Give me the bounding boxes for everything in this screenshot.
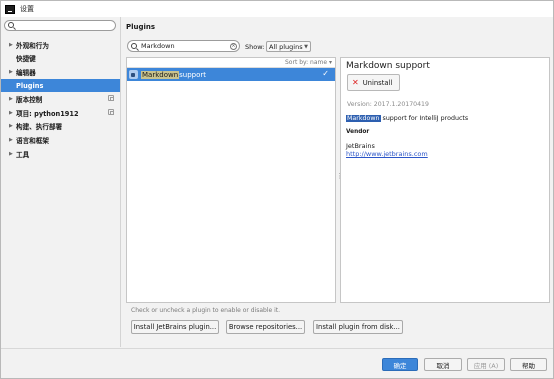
chevron-right-icon[interactable]: ▶	[9, 110, 16, 116]
ok-button[interactable]: 确定	[382, 358, 418, 371]
cancel-button[interactable]: 取消	[424, 358, 462, 371]
settings-tree: ▶外观和行为▶快捷键▶编辑器▶Plugins▶版本控制▶项目: python19…	[1, 38, 120, 160]
sidebar-item[interactable]: ▶Plugins	[1, 78, 120, 93]
clear-search-icon[interactable]: ×	[230, 43, 237, 50]
install-jetbrains-plugin-button[interactable]: Install JetBrains plugin...	[131, 320, 219, 334]
window-title: 设置	[20, 5, 34, 13]
plugins-page: Plugins Markdown × Show: All plugins ▼ S…	[122, 17, 553, 347]
vendor-heading: Vendor	[346, 129, 370, 135]
chevron-right-icon[interactable]: ▶	[9, 69, 16, 75]
sidebar-item[interactable]: ▶ 版本控制	[1, 92, 120, 106]
sidebar-item[interactable]: ▶ 外观和行为	[1, 38, 120, 52]
sort-by-control[interactable]: Sort by: name ▾	[127, 58, 335, 68]
plugin-detail-panel: Markdown support ✕ Uninstall Version: 20…	[340, 57, 550, 303]
sidebar-item[interactable]: ▶ 工具	[1, 147, 120, 161]
chevron-right-icon[interactable]: ▶	[9, 42, 16, 48]
description-rest: support for IntelliJ products	[380, 115, 469, 122]
sidebar-item-label: 版本控制	[16, 96, 43, 105]
plugin-search-value: Markdown	[141, 42, 175, 50]
show-filter-value: All plugins	[269, 42, 303, 51]
install-from-disk-button[interactable]: Install plugin from disk...	[313, 320, 403, 334]
vendor-name: JetBrains	[346, 142, 375, 150]
settings-window: 设置 ▶外观和行为▶快捷键▶编辑器▶Plugins▶版本控制▶项目: pytho…	[0, 0, 554, 379]
sidebar-item-label: 外观和行为	[16, 41, 49, 50]
settings-sidebar: ▶外观和行为▶快捷键▶编辑器▶Plugins▶版本控制▶项目: python19…	[1, 17, 121, 347]
plugin-version: Version: 2017.1.20170419	[347, 101, 429, 108]
search-icon	[131, 43, 137, 49]
sidebar-item-label: 工具	[16, 150, 30, 159]
sidebar-item-label: 编辑器	[16, 68, 36, 77]
plugin-detail-title: Markdown support	[346, 61, 430, 71]
sidebar-item[interactable]: ▶ 编辑器	[1, 65, 120, 79]
pycharm-app-icon	[5, 4, 15, 14]
show-label: Show:	[245, 43, 265, 51]
help-button[interactable]: 帮助	[510, 358, 547, 371]
chevron-right-icon[interactable]: ▶	[9, 96, 16, 102]
description-match: Markdown	[346, 115, 381, 122]
settings-search-input[interactable]	[4, 20, 116, 31]
apply-button[interactable]: 应用 (A)	[467, 358, 505, 371]
sidebar-item-label: 构建、执行部署	[16, 123, 63, 132]
plugin-search-input[interactable]: Markdown ×	[127, 40, 240, 52]
sidebar-item[interactable]: ▶ 构建、执行部署	[1, 120, 120, 134]
title-bar: 设置	[1, 1, 553, 17]
chevron-right-icon[interactable]: ▶	[9, 123, 16, 129]
dialog-footer: 确定 取消 应用 (A) 帮助	[1, 348, 553, 378]
show-filter-dropdown[interactable]: All plugins ▼	[266, 41, 311, 52]
sidebar-item[interactable]: ▶ 语言和框架	[1, 133, 120, 147]
project-settings-icon	[108, 108, 114, 115]
sidebar-item-label: 项目: python1912	[16, 109, 79, 118]
uninstall-label: Uninstall	[362, 78, 393, 87]
sidebar-item-label: Plugins	[16, 81, 44, 90]
search-icon	[8, 22, 14, 28]
sidebar-item-label: 快捷键	[16, 55, 36, 64]
chevron-down-icon: ▼	[304, 44, 308, 50]
plugin-hint-text: Check or uncheck a plugin to enable or d…	[131, 307, 281, 314]
vendor-link[interactable]: http://www.jetbrains.com	[346, 150, 428, 158]
plugin-name-rest: support	[179, 70, 207, 79]
plugin-name-match: Markdown	[141, 70, 180, 79]
sidebar-item[interactable]: ▶快捷键	[1, 52, 120, 66]
plugin-description: Markdown support for IntelliJ products	[346, 115, 468, 122]
plugin-row[interactable]: Markdown support ✓	[127, 68, 335, 81]
sidebar-item-label: 语言和框架	[16, 136, 49, 145]
plugin-enabled-checkbox[interactable]: ✓	[322, 69, 329, 78]
browse-repositories-button[interactable]: Browse repositories...	[226, 320, 305, 334]
page-title: Plugins	[126, 23, 156, 31]
chevron-right-icon[interactable]: ▶	[9, 137, 16, 143]
plugin-icon	[129, 70, 138, 79]
plugin-list: Sort by: name ▾ Markdown support ✓	[126, 57, 336, 303]
uninstall-button[interactable]: ✕ Uninstall	[347, 74, 400, 91]
close-icon: ✕	[352, 78, 359, 87]
project-settings-icon	[108, 95, 114, 102]
sidebar-item[interactable]: ▶ 项目: python1912	[1, 106, 120, 120]
chevron-right-icon[interactable]: ▶	[9, 151, 16, 157]
